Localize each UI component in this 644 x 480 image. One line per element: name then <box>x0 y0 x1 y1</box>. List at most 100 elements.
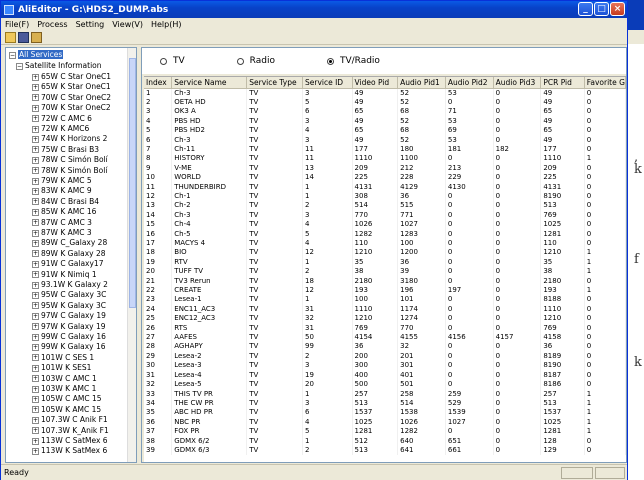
tree-item-satellite[interactable]: +83W K AMC 9 <box>32 186 92 196</box>
menu-help[interactable]: Help(H) <box>147 20 186 29</box>
tree-item-satellite[interactable]: +89W C_Galaxy 28 <box>32 238 107 248</box>
column-header[interactable]: Service Type <box>246 77 303 89</box>
tree-item-satellite[interactable]: +113W C SatMex 6 <box>32 436 108 446</box>
table-row[interactable]: 17 MACYS 4 TV 4 110 100 0 0 110 0 <box>144 239 626 249</box>
table-row[interactable]: 19 RTV TV 1 35 36 0 0 35 1 <box>144 257 626 268</box>
table-row[interactable]: 3 OK3 A TV 6 65 68 71 0 65 0 <box>144 107 626 117</box>
table-row[interactable]: 36 NBC PR TV 4 1025 1026 1027 0 1025 1 <box>144 417 626 428</box>
expand-icon[interactable]: + <box>32 395 39 403</box>
tree-item-satellite[interactable]: +89W K Galaxy 28 <box>32 249 106 259</box>
tree-item-satellite[interactable]: +78W K Simón Bolí <box>32 166 107 176</box>
tree-item-satellite[interactable]: +105W K AMC 15 <box>32 405 101 415</box>
tree-item-satellite[interactable]: +65W K Star OneC1 <box>32 82 111 92</box>
table-row[interactable]: 10 WORLD TV 14 225 228 229 0 225 0 <box>144 173 626 183</box>
expand-icon[interactable]: + <box>32 177 39 185</box>
column-header[interactable]: Audio Pid2 <box>445 77 494 89</box>
save-as-icon[interactable] <box>31 32 42 43</box>
save-disk-icon[interactable] <box>18 32 29 43</box>
expand-icon[interactable]: + <box>32 156 39 164</box>
tree-item-satellite[interactable]: +101W C SES 1 <box>32 353 94 363</box>
table-row[interactable]: 2 OETA HD TV 5 49 52 0 0 49 0 <box>144 97 626 108</box>
table-row[interactable]: 5 PBS HD2 TV 4 65 68 69 0 65 0 <box>144 126 626 136</box>
tree-item-satellite[interactable]: +99W K Galaxy 16 <box>32 342 106 352</box>
expand-icon[interactable]: + <box>32 271 39 279</box>
column-header[interactable]: PCR Pid <box>540 77 585 89</box>
expand-icon[interactable]: + <box>32 375 39 383</box>
table-row[interactable]: 8 HISTORY TV 11 1110 1100 0 0 1110 1 <box>144 154 626 164</box>
expand-icon[interactable]: + <box>32 260 39 268</box>
expand-icon[interactable]: + <box>32 135 39 143</box>
expand-icon[interactable]: + <box>32 94 39 102</box>
table-row[interactable]: 4 PBS HD TV 3 49 52 53 0 49 0 <box>144 116 626 127</box>
tree-item-satellite[interactable]: +99W C Galaxy 16 <box>32 332 106 342</box>
expand-icon[interactable]: + <box>32 354 39 362</box>
table-row[interactable]: 22 CREATE TV 12 193 196 197 0 193 1 <box>144 286 626 296</box>
table-row[interactable]: 25 ENC12_AC3 TV 32 1210 1274 0 0 1210 0 <box>144 314 626 324</box>
table-row[interactable]: 39 GDMX 6/3 TV 2 513 641 661 0 129 0 <box>144 445 626 456</box>
tree-item-satellite[interactable]: +70W C Star OneC2 <box>32 93 111 103</box>
expand-icon[interactable]: + <box>32 427 39 435</box>
expand-icon[interactable]: + <box>32 208 39 216</box>
expand-icon[interactable]: + <box>32 115 39 123</box>
menu-view[interactable]: View(V) <box>108 20 147 29</box>
expand-icon[interactable]: + <box>32 239 39 247</box>
column-header[interactable]: Index <box>144 77 173 89</box>
table-row[interactable]: 26 RTS TV 31 769 770 0 0 769 0 <box>144 323 626 334</box>
table-row[interactable]: 20 TUFF TV TV 2 38 39 0 0 38 1 <box>144 267 626 277</box>
tree-item-satellite[interactable]: +78W C Simón Bolí <box>32 155 108 165</box>
table-row[interactable]: 35 ABC HD PR TV 6 1537 1538 1539 0 1537 1 <box>144 408 626 418</box>
collapse-icon[interactable]: − <box>9 51 16 59</box>
expand-icon[interactable]: + <box>32 385 39 393</box>
tree-item-satellite[interactable]: +97W K Galaxy 19 <box>32 322 106 332</box>
table-row[interactable]: 14 Ch-3 TV 3 770 771 0 0 769 0 <box>144 210 626 221</box>
table-row[interactable]: 32 Lesea-5 TV 20 500 501 0 0 8186 0 <box>144 380 626 390</box>
expand-icon[interactable]: + <box>32 447 39 455</box>
table-row[interactable]: 38 GDMX 6/2 TV 1 512 640 651 0 128 0 <box>144 436 626 446</box>
table-row[interactable]: 27 AAFES TV 50 4154 4155 4156 4157 4158 0 <box>144 333 626 343</box>
expand-icon[interactable]: + <box>32 333 39 341</box>
table-row[interactable]: 23 Lesea-1 TV 1 100 101 0 0 8188 0 <box>144 295 626 305</box>
table-row[interactable]: 24 ENC11_AC3 TV 31 1110 1174 0 0 1110 0 <box>144 304 626 315</box>
table-row[interactable]: 6 Ch-3 TV 3 49 52 53 0 49 0 <box>144 135 626 145</box>
minimize-button[interactable]: _ <box>578 2 593 16</box>
expand-icon[interactable]: + <box>32 125 39 133</box>
table-row[interactable]: 21 TV3 Rerun TV 18 2180 3180 0 0 2180 0 <box>144 276 626 287</box>
tree-item-satellite[interactable]: +107.3W C Anik F1 <box>32 415 108 425</box>
expand-icon[interactable]: + <box>32 187 39 195</box>
table-row[interactable]: 37 FOX PR TV 5 1281 1282 0 0 1281 1 <box>144 427 626 437</box>
expand-icon[interactable]: + <box>32 198 39 206</box>
expand-icon[interactable]: + <box>32 219 39 227</box>
tree-item-satellite[interactable]: +70W K Star OneC2 <box>32 103 111 113</box>
radio-selected-icon[interactable] <box>326 57 334 65</box>
tree-item-satellite[interactable]: +107.3W K_Anik F1 <box>32 426 109 436</box>
expand-icon[interactable]: + <box>32 229 39 237</box>
radio-radio[interactable]: Radio <box>236 56 275 66</box>
table-row[interactable]: 33 THIS TV PR TV 1 257 258 259 0 257 1 <box>144 389 626 399</box>
table-row[interactable]: 31 Lesea-4 TV 19 400 401 0 0 8187 0 <box>144 370 626 381</box>
menu-setting[interactable]: Setting <box>72 20 109 29</box>
table-row[interactable]: 12 Ch-1 TV 1 308 36 0 0 8190 0 <box>144 191 626 202</box>
tree-item-satellite[interactable]: +113W K SatMex 6 <box>32 446 107 456</box>
expand-icon[interactable]: + <box>32 364 39 372</box>
tree-root[interactable]: − All Services <box>9 50 64 60</box>
tree-item-satellite[interactable]: +75W C Brasi B3 <box>32 145 99 155</box>
tree-item-satellite[interactable]: +97W C Galaxy 19 <box>32 311 106 321</box>
expand-icon[interactable]: + <box>32 312 39 320</box>
column-header[interactable]: Audio Pid3 <box>493 77 542 89</box>
tree-item-satellite[interactable]: +74W K Horizons 2 <box>32 134 107 144</box>
table-row[interactable]: 16 Ch-5 TV 5 1282 1283 0 0 1281 0 <box>144 229 626 239</box>
expand-icon[interactable]: + <box>32 281 39 289</box>
expand-icon[interactable]: + <box>32 104 39 112</box>
tree-item-satellite[interactable]: +72W C AMC 6 <box>32 114 92 124</box>
column-header[interactable]: Service Name <box>171 77 248 89</box>
tree-item-satellite[interactable]: +91W C Galaxy17 <box>32 259 103 269</box>
expand-icon[interactable]: + <box>32 291 39 299</box>
column-header[interactable]: Video Pid <box>352 77 399 89</box>
maximize-button[interactable]: □ <box>594 2 609 16</box>
collapse-icon[interactable]: − <box>16 62 23 70</box>
column-header[interactable]: Favorite G <box>584 77 626 89</box>
tree-item-satellite[interactable]: +65W C Star OneC1 <box>32 72 111 82</box>
expand-icon[interactable]: + <box>32 416 39 424</box>
close-button[interactable]: × <box>610 2 625 16</box>
tree-item-satellite[interactable]: +87W K AMC 3 <box>32 228 92 238</box>
